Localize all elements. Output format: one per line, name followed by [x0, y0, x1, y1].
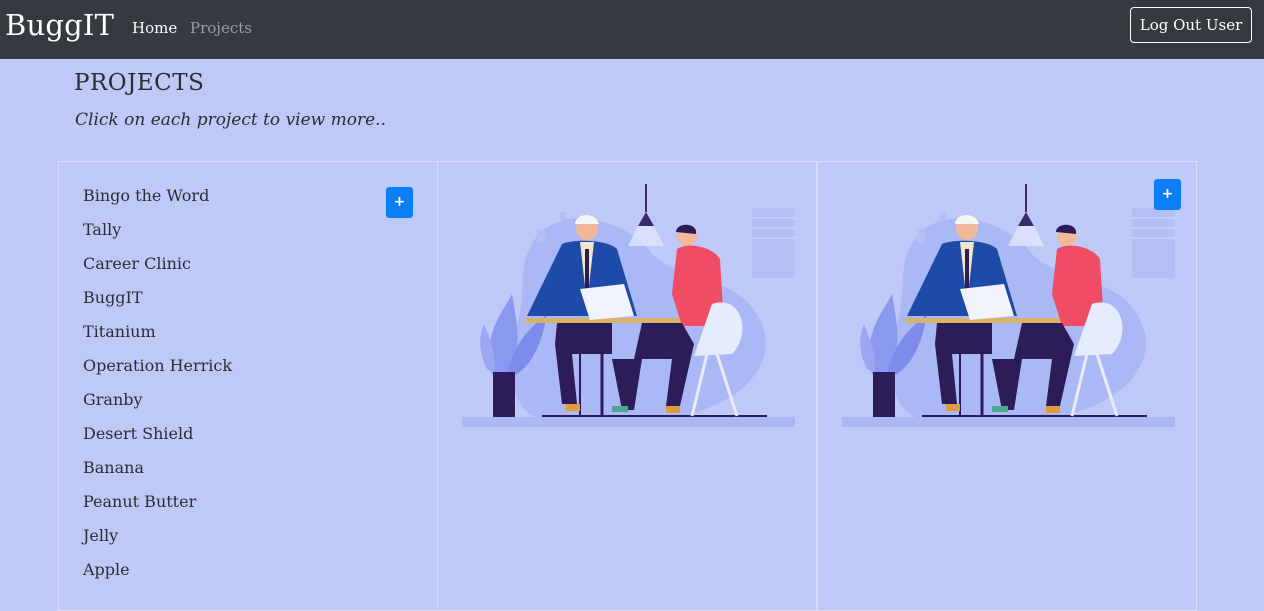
project-item-career-clinic[interactable]: Career Clinic	[83, 252, 232, 286]
meeting-illustration	[842, 184, 1175, 427]
illustration-panel-secondary: +	[817, 161, 1197, 611]
top-navbar: BuggIT Home Projects Log Out User	[0, 0, 1264, 59]
project-list-panel: Bingo the Word Tally Career Clinic BuggI…	[58, 161, 438, 611]
project-list: Bingo the Word Tally Career Clinic BuggI…	[83, 184, 232, 592]
project-item-titanium[interactable]: Titanium	[83, 320, 232, 354]
page-subtitle: Click on each project to view more..	[75, 110, 386, 130]
project-item-jelly[interactable]: Jelly	[83, 524, 232, 558]
project-item-operation-herrick[interactable]: Operation Herrick	[83, 354, 232, 388]
brand-logo[interactable]: BuggIT	[5, 8, 114, 42]
meeting-illustration	[462, 184, 795, 427]
logout-button[interactable]: Log Out User	[1130, 7, 1252, 43]
add-button[interactable]: +	[1154, 179, 1181, 210]
project-item-peanut-butter[interactable]: Peanut Butter	[83, 490, 232, 524]
project-item-buggit[interactable]: BuggIT	[83, 286, 232, 320]
project-item-granby[interactable]: Granby	[83, 388, 232, 422]
project-item-tally[interactable]: Tally	[83, 218, 232, 252]
add-project-button[interactable]: +	[386, 187, 413, 218]
project-item-desert-shield[interactable]: Desert Shield	[83, 422, 232, 456]
project-item-bingo-the-word[interactable]: Bingo the Word	[83, 184, 232, 218]
nav-link-projects[interactable]: Projects	[190, 19, 252, 37]
project-item-banana[interactable]: Banana	[83, 456, 232, 490]
page-title: PROJECTS	[74, 70, 205, 96]
nav-link-home[interactable]: Home	[132, 19, 177, 37]
project-item-apple[interactable]: Apple	[83, 558, 232, 592]
illustration-panel	[437, 161, 817, 611]
